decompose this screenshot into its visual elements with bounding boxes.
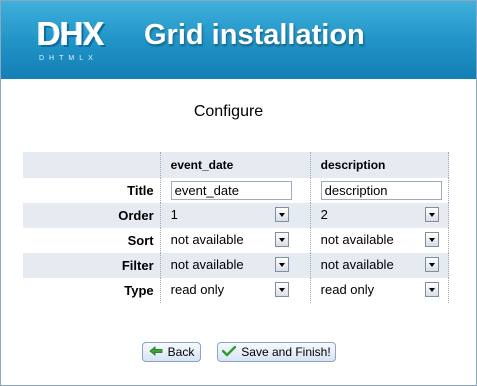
sort-row: Sort not available not available	[23, 228, 450, 253]
row-label-title: Title	[127, 183, 154, 198]
section-title: Configure	[193, 103, 264, 120]
title-input-2[interactable]	[320, 181, 442, 200]
row-label-sort: Sort	[127, 233, 154, 248]
order-row: Order 1 2	[23, 203, 450, 228]
filter-row: Filter not available not available	[23, 253, 450, 278]
order-select-2[interactable]: 2	[321, 206, 442, 225]
column-header-2: description	[309, 152, 450, 178]
sort-select-1[interactable]: not available	[171, 231, 292, 250]
type-select-1-value: read only	[170, 282, 225, 297]
back-button[interactable]: Back	[142, 342, 201, 362]
column-header-row: event_date description	[23, 152, 450, 178]
filter-select-1[interactable]: not available	[171, 256, 292, 275]
checkmark-icon	[222, 345, 237, 360]
filter-select-1-value: not available	[170, 257, 244, 272]
type-select-1[interactable]: read only	[171, 281, 292, 300]
sort-select-1-value: not available	[170, 232, 244, 247]
save-and-finish-button[interactable]: Save and Finish!	[217, 342, 336, 362]
order-select-1-value: 1	[170, 207, 178, 222]
sort-select-2-value: not available	[320, 232, 394, 247]
config-grid: event_date description Title Order 1 2	[23, 152, 450, 303]
type-row: Type read only read only	[23, 278, 450, 303]
type-select-2[interactable]: read only	[321, 281, 442, 300]
type-select-2-value: read only	[320, 282, 375, 297]
chevron-down-icon[interactable]	[424, 207, 439, 222]
chevron-down-icon[interactable]	[274, 232, 289, 247]
page-title: Grid installation	[144, 19, 365, 51]
chevron-down-icon[interactable]	[274, 207, 289, 222]
row-label-type: Type	[124, 283, 154, 298]
chevron-down-icon[interactable]	[424, 282, 439, 297]
order-select-1[interactable]: 1	[171, 206, 292, 225]
chevron-down-icon[interactable]	[424, 257, 439, 272]
order-select-2-value: 2	[320, 207, 328, 222]
chevron-down-icon[interactable]	[424, 232, 439, 247]
column-header-1: event_date	[159, 152, 311, 178]
header-banner: DHX DHTMLX Grid installation	[1, 1, 476, 79]
dhx-logo: DHX DHTMLX	[37, 15, 117, 67]
back-arrow-icon	[149, 345, 163, 359]
chevron-down-icon[interactable]	[274, 282, 289, 297]
save-and-finish-label: Save and Finish!	[241, 345, 331, 359]
header-empty-cell	[23, 152, 161, 178]
filter-select-2-value: not available	[320, 257, 394, 272]
chevron-down-icon[interactable]	[274, 257, 289, 272]
row-label-filter: Filter	[23, 253, 161, 278]
logo-mark: DHX	[37, 15, 105, 52]
title-input-1[interactable]	[170, 181, 292, 200]
sort-select-2[interactable]: not available	[321, 231, 442, 250]
installer-window: DHX DHTMLX Grid installation Configure e…	[0, 0, 477, 386]
title-row: Title	[23, 178, 450, 203]
filter-select-2[interactable]: not available	[321, 256, 442, 275]
logo-subtitle: DHTMLX	[39, 55, 98, 62]
row-label-order: Order	[23, 203, 161, 228]
back-button-label: Back	[167, 345, 195, 359]
